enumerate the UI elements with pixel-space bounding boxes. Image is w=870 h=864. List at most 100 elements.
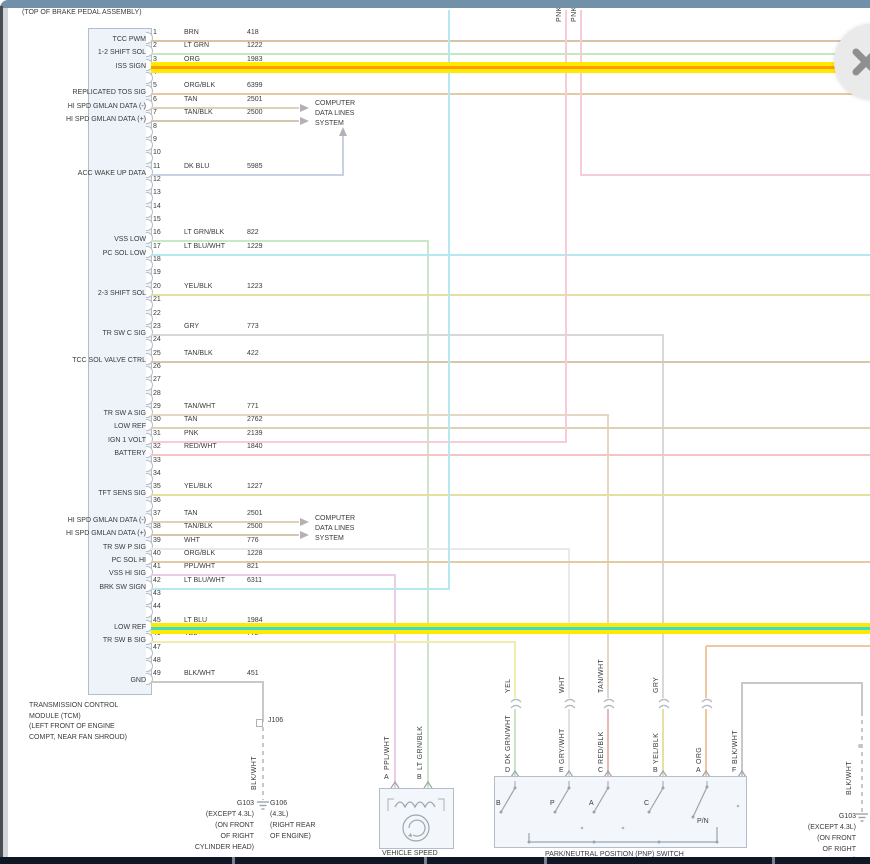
wire-pnp-a[interactable] xyxy=(705,709,707,777)
wire-pnp-f[interactable] xyxy=(741,682,863,684)
splice-label: J106 xyxy=(268,717,283,725)
pin-number: 42 xyxy=(153,577,161,585)
wire-pin-31[interactable] xyxy=(565,10,567,441)
wiring-diagram-page: (TOP OF BRAKE PEDAL ASSEMBLY) 1BRN418TCC… xyxy=(0,0,870,864)
svg-text:P/N: P/N xyxy=(697,818,709,825)
wire-pin-11[interactable] xyxy=(342,135,344,174)
pin-number: 39 xyxy=(153,537,161,545)
wire-pin-49-dashed[interactable] xyxy=(262,727,264,800)
wire-color: YEL/BLK xyxy=(184,483,212,491)
wire-color: DK BLU xyxy=(184,163,209,171)
circuit-number: 1840 xyxy=(247,443,263,451)
wire-pnk-2[interactable] xyxy=(580,10,582,175)
circuit-number: 5985 xyxy=(247,163,263,171)
wire-pin-20[interactable] xyxy=(151,294,870,296)
wire-pin-16[interactable] xyxy=(427,240,429,789)
wire-pin-49[interactable] xyxy=(262,681,264,722)
pin-number: 37 xyxy=(153,510,161,518)
ground-symbol xyxy=(855,812,869,823)
pin-number: 38 xyxy=(153,523,161,531)
wire-pnk-2[interactable] xyxy=(580,174,870,176)
wire-pin-38[interactable] xyxy=(151,534,299,536)
pin-number: 19 xyxy=(153,269,161,277)
signal-name: VSS LOW xyxy=(0,236,146,244)
wire-pin-16[interactable] xyxy=(151,240,429,242)
wire-color: TAN xyxy=(184,510,197,518)
wire-below-connector[interactable] xyxy=(662,709,664,777)
wire-pnp-a[interactable] xyxy=(706,645,870,647)
wire-pnp-f[interactable] xyxy=(861,683,863,712)
close-button[interactable] xyxy=(834,24,870,100)
signal-name: BATTERY xyxy=(0,450,146,458)
pin-number: 40 xyxy=(153,550,161,558)
wire-pin-29[interactable] xyxy=(151,414,609,416)
pin-number: 34 xyxy=(153,470,161,478)
wire-pin-37[interactable] xyxy=(151,521,299,523)
pin-number: 32 xyxy=(153,443,161,451)
wire-pnp-f[interactable] xyxy=(741,683,743,777)
bottom-bar-divider xyxy=(772,857,775,864)
wire-color-label: PPL/WHT xyxy=(384,660,391,770)
pin-number: 22 xyxy=(153,310,161,318)
pin-number: 9 xyxy=(153,136,157,144)
inline-connector-icon xyxy=(564,698,576,709)
wire-pnp-a[interactable] xyxy=(705,646,707,698)
pin-number: 35 xyxy=(153,483,161,491)
wire-pin-6[interactable] xyxy=(151,107,299,109)
wire-pin-30[interactable] xyxy=(151,427,870,429)
wire-pin-42[interactable] xyxy=(448,10,450,588)
wire-pin-29[interactable] xyxy=(607,414,609,698)
wire-pin-46[interactable] xyxy=(514,641,516,698)
wire-pin-23[interactable] xyxy=(662,334,664,698)
pin-number: 10 xyxy=(153,149,161,157)
circuit-number: 771 xyxy=(247,403,259,411)
pin-number: 1 xyxy=(153,29,157,37)
highlighted-wire[interactable] xyxy=(151,627,870,630)
wire-pin-25[interactable] xyxy=(151,361,870,363)
wire-pin-41[interactable] xyxy=(394,574,396,789)
wire-color: TAN/WHT xyxy=(184,403,215,411)
wire-pin-17[interactable] xyxy=(151,254,870,256)
pin-number: 14 xyxy=(153,203,161,211)
window-left-frame xyxy=(3,8,8,857)
pin-number: 20 xyxy=(153,283,161,291)
window-top-bar xyxy=(0,0,870,8)
wire-below-connector[interactable] xyxy=(514,709,516,777)
wire-pin-49[interactable] xyxy=(151,681,264,683)
wire-color: TAN/BLK xyxy=(184,350,213,358)
wire-pin-35[interactable] xyxy=(151,494,870,496)
wire-below-connector[interactable] xyxy=(568,709,570,777)
bottom-bar-divider xyxy=(544,857,547,864)
pin-number: 11 xyxy=(153,163,160,171)
wire-pin-23[interactable] xyxy=(151,334,664,336)
signal-name: ISS SIGN xyxy=(0,63,146,71)
pnp-pin-letter: A xyxy=(696,767,701,775)
wire-below-connector[interactable] xyxy=(607,709,609,777)
splice-icon xyxy=(256,719,263,727)
wire-pin-42[interactable] xyxy=(151,588,450,590)
circuit-number: 451 xyxy=(247,670,259,678)
wire-pin-32[interactable] xyxy=(151,454,870,456)
circuit-number: 6399 xyxy=(247,82,263,90)
wire-pnp-f-dashed[interactable] xyxy=(861,712,863,812)
wire-color: WHT xyxy=(184,537,200,545)
ground-right-wire-label: BLK/WHT xyxy=(846,735,853,795)
ground-symbol xyxy=(256,800,270,811)
wire-pin-41[interactable] xyxy=(151,574,396,576)
pin-number: 16 xyxy=(153,229,161,237)
circuit-number: 1222 xyxy=(247,42,263,50)
signal-name: 2-3 SHIFT SOL xyxy=(0,290,146,298)
wire-pin-5[interactable] xyxy=(151,93,870,95)
pin-number: 15 xyxy=(153,216,161,224)
highlighted-wire[interactable] xyxy=(151,66,870,69)
wire-color: LT BLU/WHT xyxy=(184,577,225,585)
pin-number: 24 xyxy=(153,336,161,344)
wire-pin-11[interactable] xyxy=(151,174,344,176)
pin-number: 30 xyxy=(153,416,161,424)
wire-pin-46[interactable] xyxy=(151,641,516,643)
wire-pin-2[interactable] xyxy=(151,53,870,55)
signal-name: IGN 1 VOLT xyxy=(0,437,146,445)
pin-number: 2 xyxy=(153,42,157,50)
signal-name: GND xyxy=(0,677,146,685)
wire-pin-7[interactable] xyxy=(151,120,299,122)
